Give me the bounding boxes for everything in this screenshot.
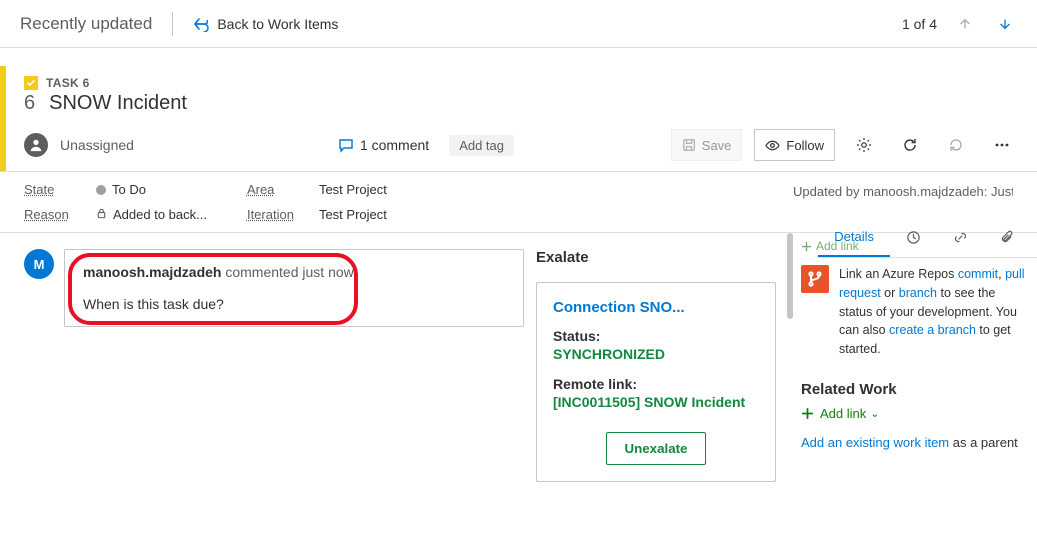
state-label: State [24, 182, 76, 197]
discussion-section: M manoosh.majdzadeh commented just now W… [24, 249, 524, 546]
refresh-icon [902, 137, 918, 153]
add-link-button[interactable]: Add link ⌄ [801, 406, 1029, 421]
work-item-title-row: 6 SNOW Incident [24, 92, 1019, 115]
lock-icon [96, 207, 107, 222]
comment-avatar: M [24, 249, 54, 279]
updated-by-text: Updated by manoosh.majdzadeh: Just now [793, 184, 1013, 199]
comment-card[interactable]: manoosh.majdzadeh commented just now Whe… [64, 249, 524, 327]
follow-label: Follow [786, 138, 824, 153]
exalate-remote-link[interactable]: [INC0011505] SNOW Incident [553, 394, 759, 410]
work-item-type-label: TASK 6 [46, 76, 90, 90]
related-work-title: Related Work [801, 381, 1029, 398]
comment-row: M manoosh.majdzadeh commented just now W… [24, 249, 524, 327]
fields-row: State To Do Reason Added to back... Area… [0, 171, 1037, 233]
link-create-branch[interactable]: create a branch [889, 323, 976, 337]
follow-button[interactable]: Follow [754, 129, 835, 161]
arrow-down-icon [998, 17, 1012, 31]
exalate-card: Connection SNO... Status: SYNCHRONIZED R… [536, 282, 776, 482]
refresh-button[interactable] [893, 129, 927, 161]
assignee-avatar[interactable] [24, 133, 48, 157]
save-button[interactable]: Save [671, 129, 743, 161]
undo-button[interactable] [939, 129, 973, 161]
back-arrow-icon [193, 16, 209, 32]
comment-author: manoosh.majdzadeh [83, 264, 221, 280]
comment-count: 1 comment [360, 137, 429, 153]
work-item-title[interactable]: SNOW Incident [49, 92, 187, 115]
task-type-badge [24, 76, 38, 90]
undo-icon [948, 137, 964, 153]
exalate-section: Exalate Connection SNO... Status: SYNCHR… [536, 249, 776, 546]
work-item-type-row: TASK 6 [24, 76, 1019, 90]
person-icon [29, 138, 43, 152]
reason-value[interactable]: Added to back... [96, 207, 207, 222]
pager: 1 of 4 [902, 12, 1017, 36]
add-tag-button[interactable]: Add tag [449, 135, 514, 156]
assignee-name[interactable]: Unassigned [60, 137, 134, 153]
prev-item-button[interactable] [953, 12, 977, 36]
branch-icon [801, 265, 829, 293]
iteration-label: Iteration [247, 207, 299, 222]
comment-body: When is this task due? [83, 296, 505, 312]
plus-icon [801, 241, 812, 252]
comment-icon [338, 137, 354, 153]
check-icon [26, 78, 36, 88]
dev-add-link-mini[interactable]: Add link [801, 239, 1029, 253]
link-commit[interactable]: commit [958, 267, 998, 281]
top-bar: Recently updated Back to Work Items 1 of… [0, 0, 1037, 48]
view-title: Recently updated [20, 14, 152, 34]
pager-text: 1 of 4 [902, 16, 937, 32]
development-text: Link an Azure Repos commit, pull request… [839, 265, 1025, 359]
plus-icon [801, 407, 814, 420]
work-item-meta-row: Unassigned 1 comment Add tag Save Follow [24, 129, 1019, 171]
area-value[interactable]: Test Project [319, 182, 387, 197]
more-icon [994, 137, 1010, 153]
back-to-work-items[interactable]: Back to Work Items [193, 16, 338, 32]
work-item-id: 6 [24, 92, 35, 115]
add-existing-work-item-row: Add an existing work item as a parent [801, 435, 1029, 450]
comment-timestamp: commented just now [225, 264, 353, 280]
eye-icon [765, 138, 780, 153]
area-label: Area [247, 182, 299, 197]
development-card: Link an Azure Repos commit, pull request… [797, 259, 1029, 363]
reason-label: Reason [24, 207, 76, 222]
more-actions-button[interactable] [985, 129, 1019, 161]
exalate-remote-link-label: Remote link: [553, 376, 759, 392]
scrollbar[interactable] [787, 233, 793, 319]
unexalate-button[interactable]: Unexalate [606, 432, 707, 465]
chevron-down-icon: ⌄ [870, 407, 879, 420]
arrow-up-icon [958, 17, 972, 31]
divider [172, 12, 173, 36]
exalate-status-value: SYNCHRONIZED [553, 346, 759, 362]
add-existing-work-item-link[interactable]: Add an existing work item [801, 435, 949, 450]
exalate-connection-name[interactable]: Connection SNO... [553, 299, 759, 316]
back-label: Back to Work Items [217, 16, 338, 32]
exalate-status-label: Status: [553, 328, 759, 344]
save-icon [682, 138, 696, 152]
settings-button[interactable] [847, 129, 881, 161]
next-item-button[interactable] [993, 12, 1017, 36]
link-branch[interactable]: branch [899, 286, 937, 300]
iteration-value[interactable]: Test Project [319, 207, 387, 222]
gear-icon [856, 137, 872, 153]
work-item-header: TASK 6 6 SNOW Incident Unassigned 1 comm… [0, 66, 1037, 171]
main-area: M manoosh.majdzadeh commented just now W… [0, 233, 1037, 546]
state-dot-icon [96, 185, 106, 195]
save-label: Save [702, 138, 732, 153]
exalate-title: Exalate [536, 249, 776, 266]
right-sidebar: Add link Link an Azure Repos commit, pul… [797, 233, 1037, 450]
comments-button[interactable]: 1 comment [338, 137, 429, 153]
state-value[interactable]: To Do [96, 182, 146, 197]
